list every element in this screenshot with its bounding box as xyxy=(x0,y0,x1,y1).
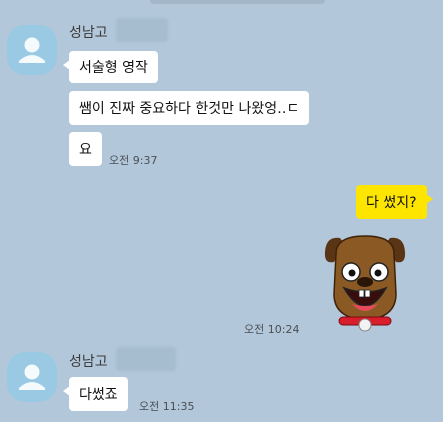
my-message-bubble[interactable]: 다 썼지? xyxy=(356,185,433,219)
message-time: 오전 11:35 xyxy=(139,400,195,413)
message-time: 오전 10:24 xyxy=(244,323,300,336)
sender-name: 성남고 xyxy=(69,25,108,41)
dog-face-icon xyxy=(324,235,406,332)
person-icon xyxy=(19,364,45,390)
profile-avatar[interactable] xyxy=(7,25,57,75)
profile-avatar[interactable] xyxy=(7,352,57,402)
message-bubble[interactable]: 다썼죠 xyxy=(63,377,128,411)
message-bubble[interactable]: 요 xyxy=(69,132,102,166)
sender-name-redaction xyxy=(116,347,176,371)
frodo-dog-sticker[interactable] xyxy=(322,232,408,334)
sender-name: 성남고 xyxy=(69,354,108,370)
message-bubble[interactable]: 쌤이 진짜 중요하다 한것만 나왔엉‥ㄷ xyxy=(69,91,310,125)
message-time: 오전 9:37 xyxy=(109,154,158,167)
scroll-top-edge xyxy=(150,0,325,4)
sender-name-redaction xyxy=(116,18,168,42)
person-icon xyxy=(19,37,45,63)
message-bubble[interactable]: 서술형 영작 xyxy=(63,51,158,83)
